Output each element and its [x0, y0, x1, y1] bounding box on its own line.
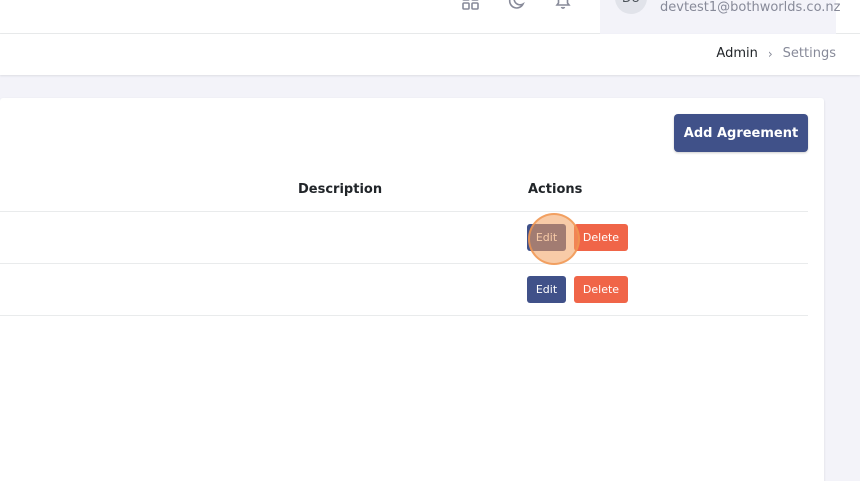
column-header-description: Description — [298, 182, 383, 197]
column-header-actions: Actions — [528, 182, 583, 197]
table-row: Edit Delete — [0, 212, 808, 264]
apps-grid-icon[interactable] — [460, 0, 482, 12]
add-agreement-button[interactable]: Add Agreement — [674, 114, 808, 152]
edit-button[interactable]: Edit — [527, 276, 566, 303]
notification-bell-icon[interactable] — [552, 0, 574, 12]
breadcrumb-current: Settings — [782, 46, 836, 61]
breadcrumb-admin-link[interactable]: Admin — [716, 46, 757, 61]
edit-button[interactable]: Edit — [527, 224, 566, 251]
user-email: devtest1@bothworlds.co.nz — [660, 0, 841, 15]
user-dropdown[interactable]: DU devtest1@bothworlds.co.nz — [600, 0, 841, 34]
theme-toggle-icon[interactable] — [506, 0, 528, 12]
delete-button[interactable]: Delete — [574, 276, 628, 303]
breadcrumb-bar: Admin › Settings — [0, 34, 860, 75]
delete-button[interactable]: Delete — [574, 224, 628, 251]
table-header: Description Actions — [0, 170, 808, 212]
chevron-right-icon: › — [767, 46, 773, 61]
table-row: Edit Delete — [0, 264, 808, 316]
top-header: DU devtest1@bothworlds.co.nz — [0, 0, 860, 34]
breadcrumb: Admin › Settings — [716, 46, 836, 61]
agreements-card: Add Agreement Description Actions Edit D… — [0, 98, 824, 481]
avatar: DU — [615, 0, 647, 14]
